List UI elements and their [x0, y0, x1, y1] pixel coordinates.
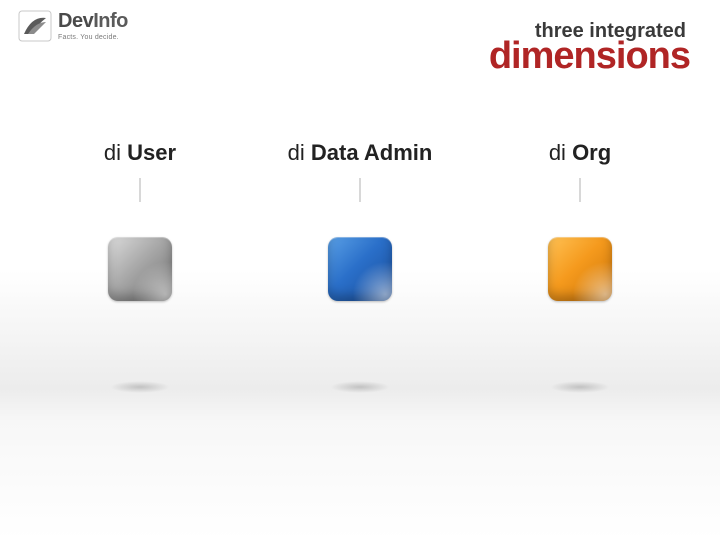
connector-line — [579, 178, 581, 202]
leaf-icon — [18, 10, 52, 42]
title-line-2: dimensions — [489, 35, 690, 78]
dimension-label: Org — [572, 140, 611, 165]
dimension-org: di Org — [480, 140, 680, 393]
dimension-title: di User — [104, 140, 176, 166]
dimension-title: di Data Admin — [288, 140, 433, 166]
dimension-label: User — [127, 140, 176, 165]
page-title: three integrated dimensions — [489, 20, 690, 78]
shadow-dot — [550, 381, 610, 393]
tile-icon-org — [548, 237, 612, 301]
dimension-prefix: di — [104, 140, 127, 165]
shadow-dot — [330, 381, 390, 393]
brand-text: DevInfo Facts. You decide. — [58, 11, 128, 41]
brand-name-part1: Dev — [58, 10, 93, 32]
tile-icon-user — [108, 237, 172, 301]
dimension-label: Data Admin — [311, 140, 432, 165]
connector-line — [359, 178, 361, 202]
shadow-dot — [110, 381, 170, 393]
brand-name-part2: Info — [93, 10, 128, 32]
tile-icon-data-admin — [328, 237, 392, 301]
dimensions-row: di User di Data Admin di Org — [0, 140, 720, 393]
brand-tagline: Facts. You decide. — [58, 34, 128, 41]
dimension-prefix: di — [549, 140, 572, 165]
dimension-user: di User — [40, 140, 240, 393]
connector-line — [139, 178, 141, 202]
dimension-title: di Org — [549, 140, 611, 166]
dimension-prefix: di — [288, 140, 311, 165]
brand-header: DevInfo Facts. You decide. — [18, 10, 128, 42]
brand-name: DevInfo — [58, 11, 128, 31]
dimension-data-admin: di Data Admin — [260, 140, 460, 393]
